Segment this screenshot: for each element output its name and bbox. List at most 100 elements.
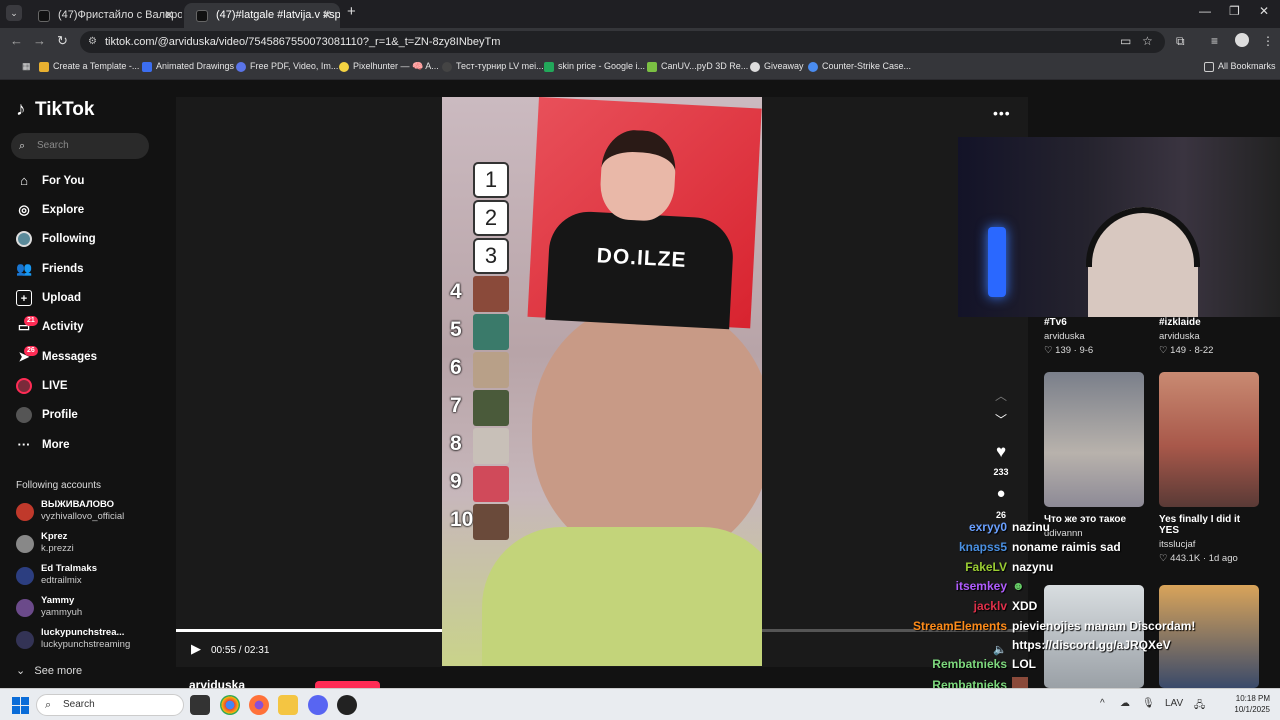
extensions-icon[interactable]: ⧉: [1176, 34, 1185, 49]
taskbar-clock[interactable]: 10:18 PM 10/1/2025: [1222, 693, 1270, 715]
chat-user: jacklv: [973, 599, 1007, 613]
keyboard-language[interactable]: LAV: [1165, 698, 1183, 709]
nav-label: More: [42, 439, 70, 451]
related-video-thumbnail[interactable]: [1044, 372, 1144, 507]
nav-messages[interactable]: ➤ 26 Messages: [16, 344, 156, 370]
nav-upload[interactable]: + Upload: [16, 285, 156, 311]
chevron-up-icon[interactable]: ︿: [990, 387, 1012, 404]
bookmark-9[interactable]: Counter-Strike Case...: [808, 61, 911, 72]
taskbar-search[interactable]: ⌕ Search: [36, 694, 184, 716]
clock-time: 10:18 PM: [1235, 694, 1270, 703]
new-tab-button[interactable]: +: [347, 3, 356, 20]
browser-tab-bar: ⌄ (47)Фристайло с Валерой: Нор ✕ (47)#la…: [0, 0, 1280, 28]
task-view-icon[interactable]: [190, 695, 210, 715]
chat-message: jacklv XDD: [913, 599, 1038, 613]
chevron-down-icon[interactable]: ﹀: [990, 411, 1012, 428]
discord-icon[interactable]: [308, 695, 328, 715]
sheets-icon: [544, 62, 554, 72]
search-input[interactable]: ⌕ Search: [11, 133, 149, 159]
chrome-icon[interactable]: [220, 695, 240, 715]
microphone-icon[interactable]: 🎙: [1142, 698, 1155, 709]
chat-message: itsemkey ☻: [913, 579, 1025, 593]
bookmark-star-icon[interactable]: ☆: [1142, 34, 1153, 48]
play-icon[interactable]: ▶: [191, 641, 201, 657]
windows-start-icon[interactable]: [12, 697, 29, 714]
card-user: itsslucjaf: [1159, 539, 1196, 550]
related-video-card[interactable]: Yes finally I did it YES itsslucjaf ♡ 44…: [1159, 514, 1259, 564]
tiktok-logo[interactable]: ♪ TikTok: [16, 99, 94, 121]
following-account[interactable]: ВЫЖИВАЛОВО vyzhivallovo_official: [16, 499, 156, 529]
following-account[interactable]: luckypunchstrea... luckypunchstreaming: [16, 627, 156, 657]
file-explorer-icon[interactable]: [278, 695, 298, 715]
nav-label: Following: [42, 233, 96, 245]
nav-live[interactable]: LIVE: [16, 373, 156, 399]
browser-tab-1[interactable]: (47)Фристайло с Валерой: Нор ✕: [26, 3, 182, 28]
rank-thumbnail: [473, 314, 509, 350]
following-account[interactable]: Kprez k.prezzi: [16, 531, 156, 561]
bookmark-4[interactable]: Pixelhunter — 🧠 A...: [339, 61, 439, 72]
nav-label: Explore: [42, 204, 85, 216]
cloud-icon[interactable]: ☁: [1120, 698, 1130, 709]
related-video-card[interactable]: Что же это такое ddivannn: [1044, 514, 1144, 539]
bookmark-7[interactable]: CanUV...pyD 3D Re...: [647, 61, 748, 72]
bookmark-5[interactable]: Тест-турнир LV mei...: [442, 61, 544, 72]
forward-icon[interactable]: →: [33, 33, 46, 48]
nav-explore[interactable]: ◎ Explore: [16, 197, 156, 223]
windows-taskbar: ⌕ Search ^ ☁ 🎙 LAV 🖧 10:18 PM 10/1/2025: [0, 688, 1280, 720]
poster-text: DO.ILZE: [596, 244, 688, 272]
menu-kebab-icon[interactable]: ⋮: [1262, 34, 1274, 48]
browser-tab-2[interactable]: (47)#latgale #latvija.v #spēle | ✕: [184, 3, 340, 28]
live-icon: [16, 378, 32, 394]
restore-icon[interactable]: ❐: [1229, 4, 1240, 18]
related-video-thumbnail[interactable]: [1159, 372, 1259, 507]
tab-list-button[interactable]: ⌄: [6, 5, 22, 21]
folder-icon: [39, 62, 49, 72]
cast-icon[interactable]: ▭: [1120, 34, 1131, 48]
close-window-icon[interactable]: ✕: [1259, 4, 1269, 18]
related-video-thumbnail[interactable]: [1044, 585, 1144, 688]
back-icon[interactable]: ←: [10, 33, 23, 48]
related-video-card[interactable]: #izklaide arviduska ♡ 149 · 8-22: [1159, 317, 1259, 356]
following-account[interactable]: Yammy yammyuh: [16, 595, 156, 625]
tray-overflow-icon[interactable]: ^: [1100, 698, 1105, 709]
meta-icon: [142, 62, 152, 72]
bookmark-label: Giveaway: [764, 61, 804, 71]
apps-grid-icon[interactable]: ▦: [8, 61, 31, 72]
following-account[interactable]: Ed Tralmaks edtrailmix: [16, 563, 156, 593]
comment-icon[interactable]: ●: [990, 485, 1012, 502]
more-options-icon[interactable]: •••: [993, 105, 1011, 121]
reload-icon[interactable]: ↻: [57, 33, 68, 49]
folder-icon: [1204, 62, 1214, 72]
rank-number: 8: [450, 432, 462, 455]
bookmark-1[interactable]: Create a Template -...: [39, 61, 140, 72]
address-bar[interactable]: ⚙ tiktok.com/@arviduska/video/7545867550…: [80, 31, 1165, 53]
firefox-icon[interactable]: [249, 695, 269, 715]
nav-for-you[interactable]: ⌂ For You: [16, 168, 156, 194]
bookmark-8[interactable]: Giveaway: [750, 61, 804, 72]
profile-avatar-icon[interactable]: [1235, 33, 1249, 47]
bookmark-label: Create a Template -...: [53, 61, 140, 71]
nav-friends[interactable]: 👥 Friends: [16, 256, 156, 282]
related-video-card[interactable]: #Tv6 arviduska ♡ 139 · 9-6: [1044, 317, 1144, 356]
minimize-icon[interactable]: —: [1199, 4, 1211, 18]
nav-more[interactable]: ··· More: [16, 432, 156, 458]
like-heart-icon[interactable]: ♥: [990, 442, 1012, 462]
bookmark-3[interactable]: Free PDF, Video, Im...: [236, 61, 338, 72]
nav-following[interactable]: Following: [16, 226, 156, 252]
network-icon[interactable]: 🖧: [1194, 698, 1205, 715]
see-more-button[interactable]: ⌄ See more: [16, 664, 82, 677]
nav-profile[interactable]: Profile: [16, 402, 156, 428]
bookmark-2[interactable]: Animated Drawings: [142, 61, 234, 72]
site-info-icon[interactable]: ⚙: [88, 31, 97, 53]
close-tab-icon[interactable]: ✕: [322, 3, 332, 28]
media-control-icon[interactable]: ≡: [1211, 34, 1218, 48]
video-time: 00:55 / 02:31: [211, 645, 270, 656]
related-video-thumbnail[interactable]: [1159, 585, 1259, 688]
nav-activity[interactable]: ▭ 21 Activity: [16, 314, 156, 340]
close-tab-icon[interactable]: ✕: [164, 3, 174, 28]
bookmark-6[interactable]: skin price - Google i...: [544, 61, 645, 72]
all-bookmarks[interactable]: All Bookmarks: [1204, 61, 1276, 72]
obs-icon[interactable]: [337, 695, 357, 715]
account-handle: vyzhivallovo_official: [41, 511, 125, 522]
video-frame[interactable]: DO.ILZE 1 2 3 4 5 6 7 8 9 10: [442, 97, 762, 666]
